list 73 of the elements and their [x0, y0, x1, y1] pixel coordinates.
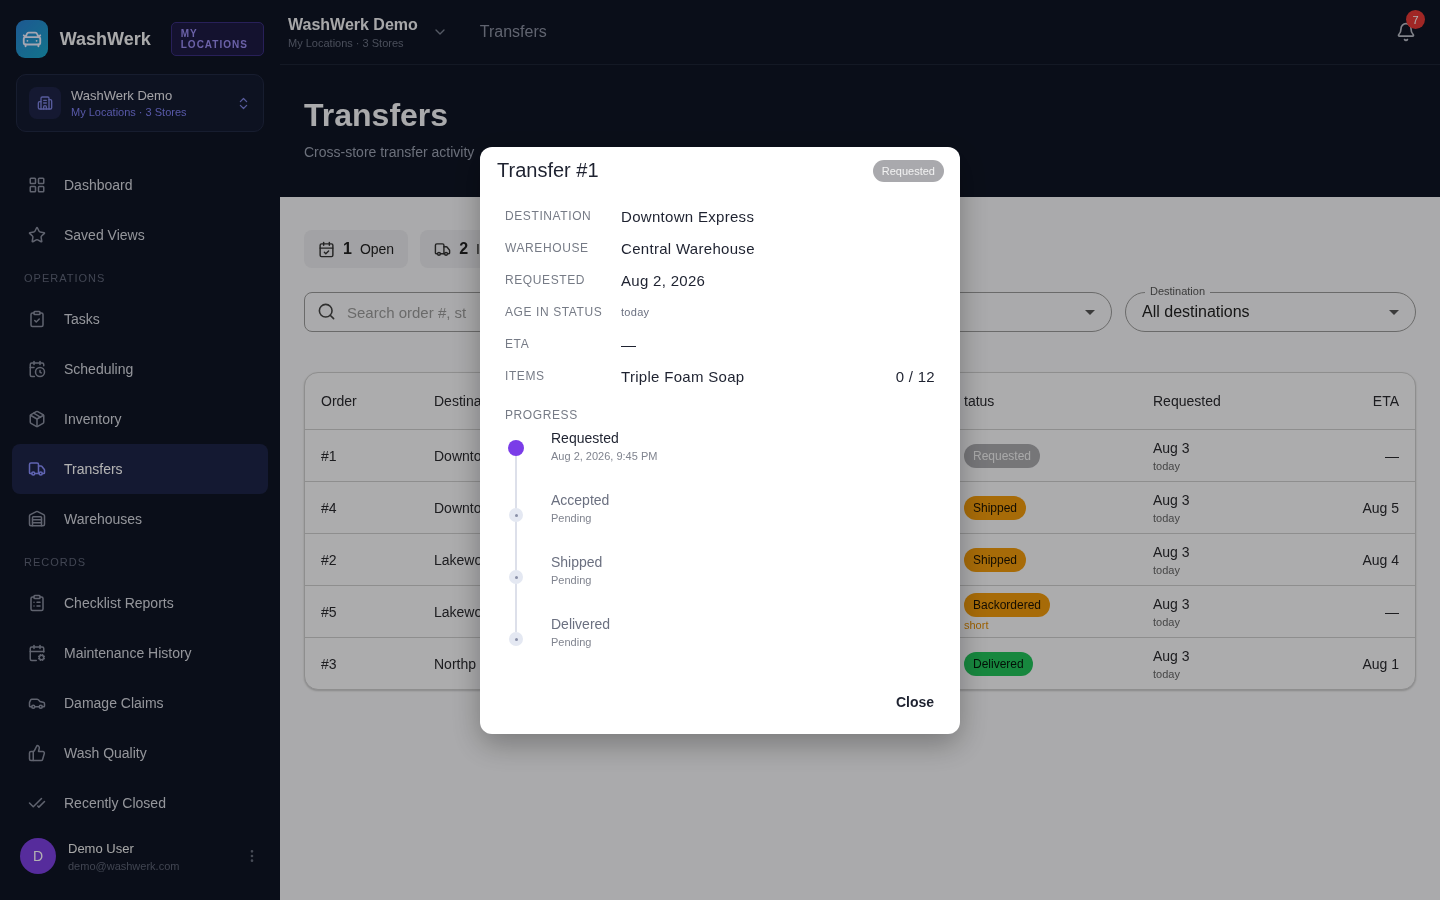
table-cell: —: [1385, 447, 1399, 464]
status-badge: Delivered: [964, 651, 1033, 676]
table-cell-text: Aug 3: [1153, 543, 1191, 560]
step-time: Pending: [551, 636, 593, 648]
nav-section-heading: OPERATIONS: [23, 271, 107, 286]
organization-name: WashWerk Demo: [288, 15, 418, 34]
field-value: Central Warehouse: [621, 239, 756, 257]
table-cell-text: Aug 3: [1153, 647, 1191, 664]
brand-badge: MY LOCATIONS: [170, 22, 264, 56]
page-subtitle: Cross-store transfer activity: [304, 144, 476, 160]
relative-date: today: [1153, 667, 1181, 680]
user-name: Demo User: [68, 840, 135, 856]
step-label: Shipped: [551, 554, 604, 570]
user-email: demo@washwerk.com: [68, 859, 181, 872]
table-cell-text: Aug 3: [1153, 595, 1191, 612]
field-label: ETA: [505, 337, 531, 351]
step-time: Aug 2, 2026, 9:45 PM: [551, 450, 659, 462]
table-cell: #1: [321, 447, 337, 464]
status-badge: Shipped: [964, 547, 1027, 572]
table-cell: Aug 4: [1362, 551, 1399, 568]
field-label: AGE IN STATUS: [505, 305, 604, 319]
status-note: short: [964, 618, 989, 631]
step-label: Requested: [551, 430, 620, 446]
column-header: Requested: [1153, 393, 1222, 409]
breadcrumb: Transfers: [479, 23, 548, 41]
table-cell: #3: [321, 655, 337, 672]
notification-count: 7: [1406, 10, 1425, 29]
field-label: ITEMS: [505, 369, 546, 383]
field-value: Downtown Express: [621, 207, 756, 225]
field-value: Aug 2, 2026: [621, 271, 707, 289]
status-badge: Backordered: [964, 592, 1051, 617]
table-cell: Aug 1: [1362, 655, 1399, 672]
user-avatar: D: [20, 838, 56, 874]
field-label: Destination: [1145, 285, 1211, 298]
relative-date: today: [1153, 459, 1181, 472]
column-header: Order: [321, 393, 358, 409]
status-badge: Shipped: [964, 495, 1027, 520]
step-label: Accepted: [551, 492, 611, 508]
step-time: Pending: [551, 574, 593, 586]
table-cell: —: [1385, 603, 1399, 620]
field-label: WAREHOUSE: [505, 241, 590, 255]
table-cell: Downto: [434, 447, 482, 464]
step-label: Delivered: [551, 616, 612, 632]
field-label: REQUESTED: [505, 273, 587, 287]
progress-label: PROGRESS: [504, 408, 579, 422]
organization-name: WashWerk Demo: [71, 88, 174, 103]
table-cell-text: Aug 3: [1153, 439, 1191, 456]
status-badge: Requested: [872, 159, 944, 182]
table-cell: Northp: [434, 655, 477, 672]
table-cell: #5: [321, 603, 337, 620]
nav-section-heading: RECORDS: [23, 555, 87, 570]
table-cell: Aug 5: [1362, 499, 1399, 516]
field-value: Triple Foam Soap: [621, 367, 746, 385]
relative-date: today: [1153, 511, 1181, 524]
page-title: Transfers: [304, 97, 450, 134]
brand-name: WashWerk: [59, 28, 151, 50]
dialog-title: Transfer #1: [496, 159, 599, 182]
relative-date: today: [1153, 563, 1181, 576]
column-header: tatus: [964, 393, 996, 409]
column-header: ETA: [1372, 393, 1399, 409]
field-value: today: [621, 306, 651, 318]
table-cell: #2: [321, 551, 337, 568]
organization-subtitle: My Locations · 3 Stores: [71, 106, 188, 118]
field-value: —: [621, 335, 638, 353]
step-time: Pending: [551, 512, 593, 524]
table-cell: #4: [321, 499, 337, 516]
relative-date: today: [1153, 615, 1181, 628]
column-header: Destina: [434, 393, 483, 409]
table-cell-text: Aug 3: [1153, 491, 1191, 508]
table-cell: Downto: [434, 499, 482, 516]
item-quantity: 0 / 12: [895, 367, 935, 385]
organization-subtitle: My Locations · 3 Stores: [288, 36, 405, 49]
field-label: DESTINATION: [505, 209, 593, 223]
